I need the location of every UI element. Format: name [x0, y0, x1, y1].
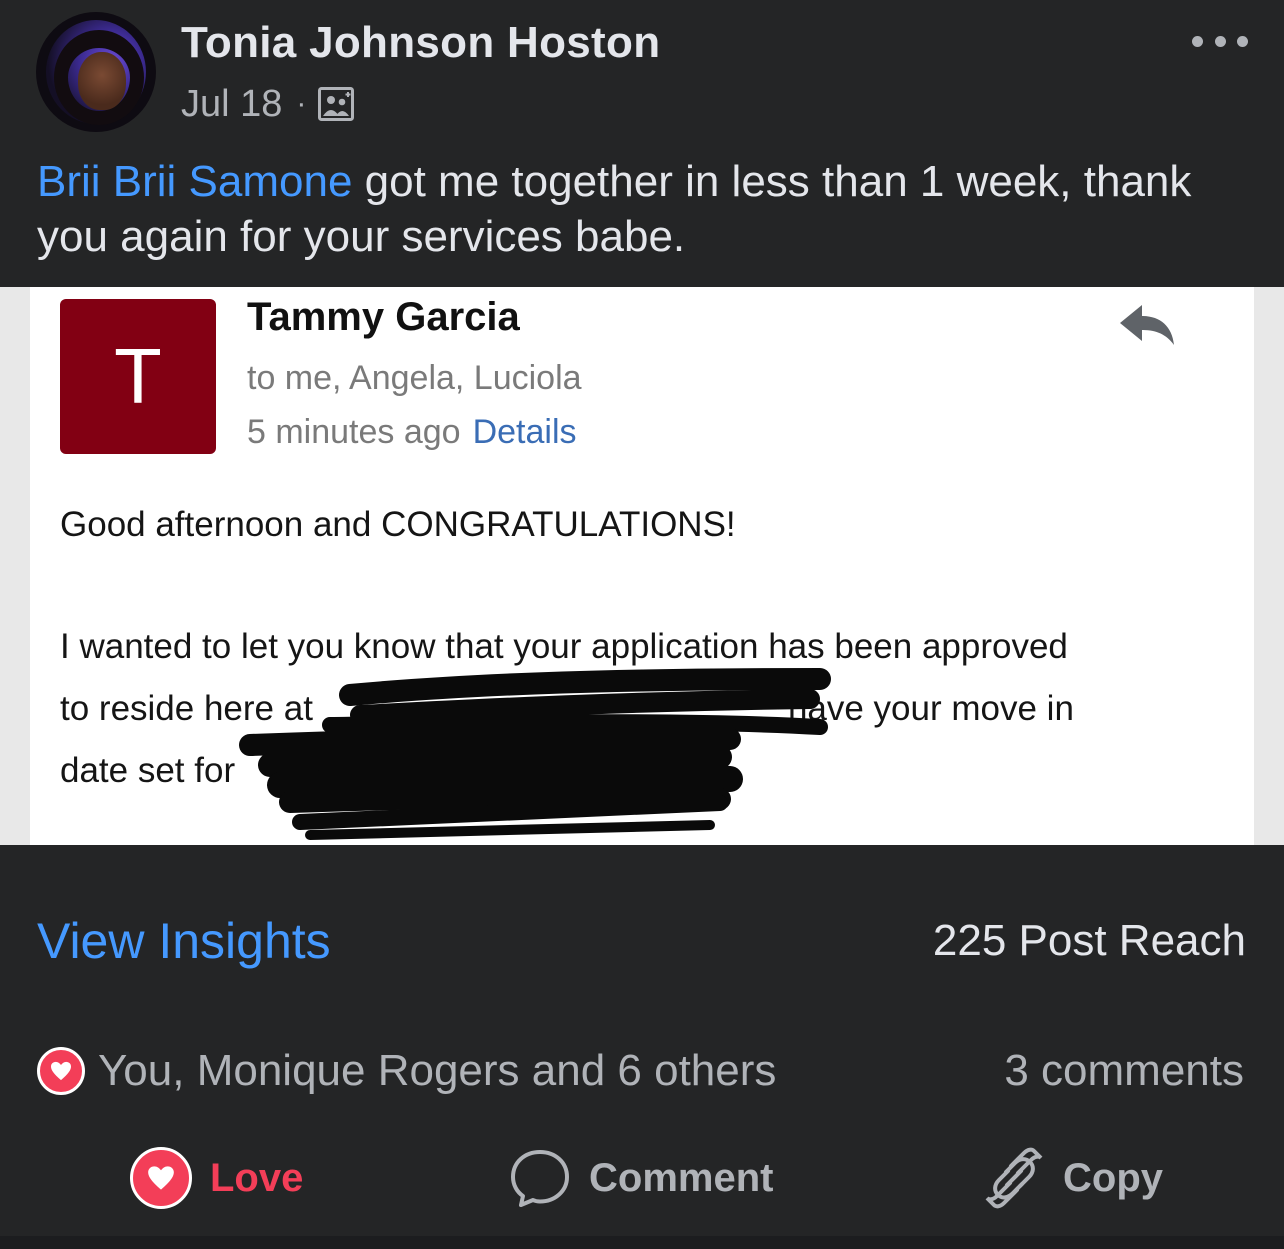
comment-bubble-icon [511, 1150, 569, 1207]
post-reach-count: 225 Post Reach [932, 916, 1246, 965]
email-body-fragment: have your move in [787, 689, 1074, 728]
more-options-icon[interactable] [1192, 26, 1248, 56]
email-body-line: I wanted to let you know that your appli… [60, 627, 1068, 666]
copy-label: Copy [1063, 1155, 1163, 1200]
email-body-line: to reside here at have your move in [60, 689, 1074, 729]
email-screenshot: T Tammy Garcia to me, Angela, Luciola 5 … [30, 287, 1254, 845]
comment-button[interactable]: Comment [509, 1146, 773, 1210]
love-reaction-icon[interactable] [37, 1047, 85, 1095]
mention-link[interactable]: Brii Brii Samone [37, 157, 352, 206]
author-avatar[interactable] [36, 12, 156, 132]
view-insights-link[interactable]: View Insights [37, 912, 331, 970]
love-button[interactable]: Love [130, 1146, 303, 1210]
comment-label: Comment [589, 1155, 774, 1200]
post-meta: Jul 18 · [181, 82, 355, 126]
post-date[interactable]: Jul 18 [181, 83, 282, 126]
love-label: Love [210, 1155, 304, 1200]
email-sender-name: Tammy Garcia [247, 295, 520, 339]
reply-icon [1120, 305, 1174, 345]
copy-button[interactable]: Copy [983, 1146, 1163, 1210]
comments-count[interactable]: 3 comments [1004, 1046, 1244, 1096]
email-greeting: Good afternoon and CONGRATULATIONS! [60, 505, 736, 544]
email-body-fragment: to reside here at [60, 689, 313, 728]
email-details-link: Details [472, 413, 577, 451]
email-time-row: 5 minutes ago Details [247, 413, 577, 452]
post-photo[interactable]: T Tammy Garcia to me, Angela, Luciola 5 … [0, 287, 1284, 845]
bottom-divider [0, 1236, 1284, 1249]
post-card: Tonia Johnson Hoston Jul 18 · Brii Brii … [0, 0, 1284, 1249]
email-time: 5 minutes ago [247, 413, 461, 451]
post-caption: Brii Brii Samone got me together in less… [37, 154, 1252, 264]
custom-audience-icon[interactable] [318, 87, 355, 121]
heart-icon [130, 1147, 192, 1209]
reactions-summary[interactable]: You, Monique Rogers and 6 others [98, 1046, 776, 1096]
meta-separator: · [296, 87, 307, 120]
sender-avatar-tile: T [60, 299, 216, 454]
email-body-line: date set for [60, 751, 236, 790]
author-name[interactable]: Tonia Johnson Hoston [181, 18, 660, 68]
email-recipients: to me, Angela, Luciola [247, 359, 582, 397]
link-icon [985, 1147, 1043, 1209]
